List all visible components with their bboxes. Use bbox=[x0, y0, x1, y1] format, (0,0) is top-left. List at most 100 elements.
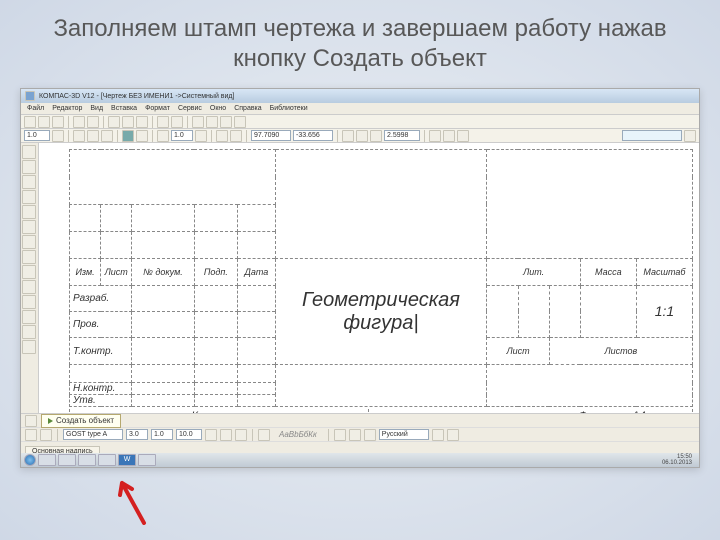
text-icon[interactable] bbox=[22, 175, 36, 189]
create-object-button[interactable]: Создать объект bbox=[41, 414, 121, 428]
color2-icon[interactable] bbox=[136, 130, 148, 142]
coord-x[interactable]: 97.7090 bbox=[251, 130, 291, 141]
t11-icon[interactable] bbox=[22, 295, 36, 309]
open-icon[interactable] bbox=[38, 116, 50, 128]
title-block[interactable]: Изм. Лист № докум. Подп. Дата Геометриче… bbox=[69, 149, 693, 407]
print-icon[interactable] bbox=[73, 116, 85, 128]
hdr-masshtab: Масштаб bbox=[636, 259, 692, 285]
size1-input[interactable]: 3.0 bbox=[126, 429, 148, 440]
menu-edit[interactable]: Редактор bbox=[52, 105, 82, 112]
menu-format[interactable]: Формат bbox=[145, 105, 170, 112]
tb-app2-icon[interactable] bbox=[98, 454, 116, 466]
prop-icon1[interactable] bbox=[25, 415, 37, 427]
misc3-icon[interactable] bbox=[429, 130, 441, 142]
create-object-label: Создать объект bbox=[56, 416, 114, 425]
zoomin-icon[interactable] bbox=[342, 130, 354, 142]
new-icon[interactable] bbox=[24, 116, 36, 128]
hdr-list: Лист bbox=[101, 259, 132, 285]
dim-icon[interactable] bbox=[22, 160, 36, 174]
menu-help[interactable]: Справка bbox=[234, 105, 261, 112]
tb-word-icon[interactable]: W bbox=[118, 454, 136, 466]
size3-input[interactable]: 10.0 bbox=[176, 429, 202, 440]
italic-icon[interactable] bbox=[220, 429, 232, 441]
align-l-icon[interactable] bbox=[334, 429, 346, 441]
t14-icon[interactable] bbox=[22, 340, 36, 354]
font-select[interactable]: GOST type A bbox=[63, 429, 123, 440]
zoom-dropdown-icon[interactable] bbox=[52, 130, 64, 142]
align-r-icon[interactable] bbox=[364, 429, 376, 441]
assoc-icon[interactable] bbox=[22, 265, 36, 279]
style-dd-icon[interactable] bbox=[195, 130, 207, 142]
px2-icon[interactable] bbox=[447, 429, 459, 441]
search-input[interactable] bbox=[622, 130, 682, 141]
bold-icon[interactable] bbox=[205, 429, 217, 441]
grid-icon[interactable] bbox=[157, 130, 169, 142]
pan-icon[interactable] bbox=[73, 130, 85, 142]
size2-input[interactable]: 1.0 bbox=[151, 429, 173, 440]
save-icon[interactable] bbox=[52, 116, 64, 128]
zoomout-icon[interactable] bbox=[356, 130, 368, 142]
menu-window[interactable]: Окно bbox=[210, 105, 226, 112]
step-input[interactable]: 2.5998 bbox=[384, 130, 420, 141]
menu-file[interactable]: Файл bbox=[27, 105, 44, 112]
misc2-icon[interactable] bbox=[230, 130, 242, 142]
lang-select[interactable]: Русский bbox=[379, 429, 429, 440]
menu-insert[interactable]: Вставка bbox=[111, 105, 137, 112]
preview-icon[interactable] bbox=[87, 116, 99, 128]
edit-icon[interactable] bbox=[22, 190, 36, 204]
px1-icon[interactable] bbox=[432, 429, 444, 441]
tb-browser-icon[interactable] bbox=[58, 454, 76, 466]
paste-icon[interactable] bbox=[136, 116, 148, 128]
align-c-icon[interactable] bbox=[349, 429, 361, 441]
select-icon[interactable] bbox=[22, 235, 36, 249]
under-icon[interactable] bbox=[235, 429, 247, 441]
spec-icon[interactable] bbox=[22, 250, 36, 264]
tool3-icon[interactable] bbox=[220, 116, 232, 128]
scale-value[interactable]: 1:1 bbox=[636, 285, 692, 338]
param-icon[interactable] bbox=[22, 205, 36, 219]
redo-icon[interactable] bbox=[171, 116, 183, 128]
drawing-canvas[interactable]: Изм. Лист № докум. Подп. Дата Геометриче… bbox=[39, 143, 699, 413]
zoom-input[interactable]: 1.0 bbox=[24, 130, 50, 141]
zoomfit-icon[interactable] bbox=[370, 130, 382, 142]
misc4-icon[interactable] bbox=[443, 130, 455, 142]
geom-icon[interactable] bbox=[22, 145, 36, 159]
menu-libs[interactable]: Библиотеки bbox=[270, 105, 308, 112]
t12-icon[interactable] bbox=[22, 310, 36, 324]
undo-icon[interactable] bbox=[157, 116, 169, 128]
coord-y[interactable]: -33.656 bbox=[293, 130, 333, 141]
tool2-icon[interactable] bbox=[206, 116, 218, 128]
measure-icon[interactable] bbox=[22, 220, 36, 234]
row-razrab: Разраб. bbox=[70, 285, 132, 311]
copy-icon[interactable] bbox=[122, 116, 134, 128]
t10-icon[interactable] bbox=[22, 280, 36, 294]
t13-icon[interactable] bbox=[22, 325, 36, 339]
cut-icon[interactable] bbox=[108, 116, 120, 128]
menu-service[interactable]: Сервис bbox=[178, 105, 202, 112]
help-icon[interactable] bbox=[234, 116, 246, 128]
misc1-icon[interactable] bbox=[216, 130, 228, 142]
stamp-title[interactable]: Геометрическая фигура| bbox=[275, 259, 487, 364]
sample-text: АаВbБбКк bbox=[279, 430, 317, 439]
tb-app1-icon[interactable] bbox=[78, 454, 96, 466]
p1-icon[interactable] bbox=[25, 429, 37, 441]
p2-icon[interactable] bbox=[40, 429, 52, 441]
style-input[interactable]: 1.0 bbox=[171, 130, 193, 141]
zoomwin-icon[interactable] bbox=[101, 130, 113, 142]
hdr-ndoc: № докум. bbox=[132, 259, 194, 285]
color-sel-icon[interactable] bbox=[258, 429, 270, 441]
fit-icon[interactable] bbox=[87, 130, 99, 142]
window-title: КОМПАС-3D V12 - [Чертеж БЕЗ ИМЕНИ1 ->Сис… bbox=[39, 93, 234, 100]
row-prov: Пров. bbox=[70, 311, 132, 337]
menu-view[interactable]: Вид bbox=[90, 105, 103, 112]
menubar: Файл Редактор Вид Вставка Формат Сервис … bbox=[21, 103, 699, 115]
misc5-icon[interactable] bbox=[457, 130, 469, 142]
tb-explorer-icon[interactable] bbox=[38, 454, 56, 466]
search-icon[interactable] bbox=[684, 130, 696, 142]
start-icon[interactable] bbox=[24, 454, 36, 466]
hdr-izm: Изм. bbox=[70, 259, 101, 285]
tool-icon[interactable] bbox=[192, 116, 204, 128]
tb-kompas-icon[interactable] bbox=[138, 454, 156, 466]
color-icon[interactable] bbox=[122, 130, 134, 142]
hdr-massa: Масса bbox=[580, 259, 636, 285]
